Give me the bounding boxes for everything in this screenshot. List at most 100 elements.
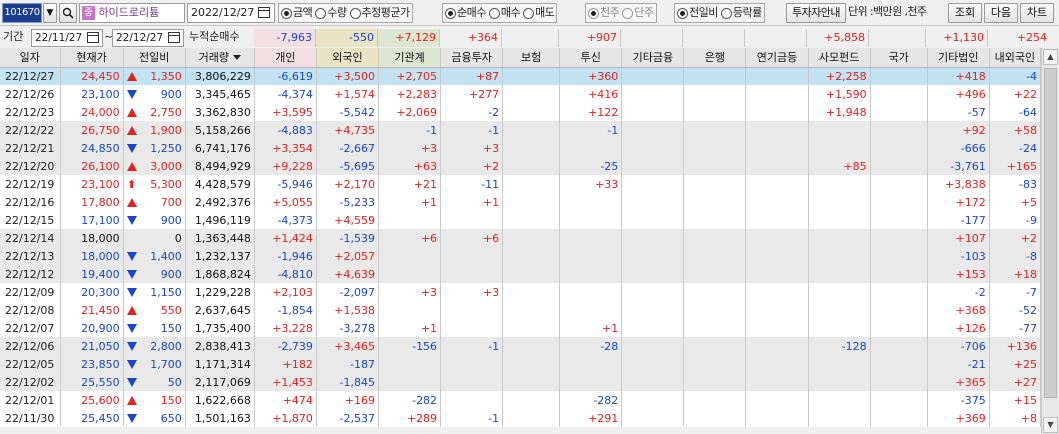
table-row[interactable]: 22/12/07 20,900 150 1,735,400 +3,228 -3,278 +1… [0,319,1042,337]
table-row[interactable]: 22/12/08 21,450 550 2,637,645 -1,854 +1,538 +3… [0,301,1042,319]
sum-domestic-foreign: +254 [1016,31,1047,44]
scroll-up-icon[interactable]: ▲ [1043,49,1058,65]
sum-institution: +7,129 [378,29,440,47]
table-row[interactable]: 22/12/21 24,850 1,250 6,741,176 +3,354 -2,667… [0,139,1042,157]
cell-corporate: +153 [927,265,990,283]
col-price[interactable]: 현재가 [60,48,124,68]
cell-bank [683,337,747,355]
table-row[interactable]: 22/12/26 23,100 900 3,345,465 -4,374 +1,574 +2… [0,85,1042,103]
radio-net-buy[interactable]: 순매수 [445,4,486,22]
table-row[interactable]: 22/12/15 17,100 900 1,496,119 -4,373 +4,559 -1… [0,211,1042,229]
col-trust[interactable]: 투신 [559,48,623,68]
period-to-input[interactable]: 22/12/27 [112,29,184,47]
col-change[interactable]: 전일비 [123,48,186,68]
col-foreign[interactable]: 외국인 [316,48,379,68]
radio-buy[interactable]: 매수 [488,4,521,22]
col-volume[interactable]: 거래량 [185,48,255,68]
company-name-field[interactable]: 중 하이드로리튬 [79,3,185,23]
table-row[interactable]: 22/12/01 25,600 150 1,622,668 +474 +169 -282 -2… [0,391,1042,409]
cell-change: 2,750 [123,103,186,121]
table-row[interactable]: 22/12/19 23,100 ⬆ 5,300 4,428,579 -5,946 +2,17… [0,175,1042,193]
cell-date: 22/12/15 [0,211,61,229]
col-insurance[interactable]: 보험 [502,48,561,68]
cell-private-fund: +2,258 [808,67,871,85]
table-row[interactable]: 22/11/30 25,450 650 1,501,163 +1,870 -2,537 +2… [0,409,1042,427]
table-row[interactable]: 22/12/09 20,300 1,150 1,229,228 +2,103 -2,097… [0,283,1042,301]
col-finance[interactable]: 금융투자 [440,48,504,68]
cell-change: 0 [123,229,186,247]
col-domestic-foreign[interactable]: 내외국인 [989,48,1042,68]
table-row[interactable]: 22/12/06 21,050 2,800 2,838,413 -2,739 +3,465… [0,337,1042,355]
col-individual[interactable]: 개인 [254,48,317,68]
table-row[interactable]: 22/12/14 18,000 0 1,363,448 +1,424 -1,539 +6 +6… [0,229,1042,247]
investor-guide-button[interactable]: 투자자안내 [786,3,846,23]
next-button[interactable]: 다음 [984,3,1018,23]
col-bank[interactable]: 은행 [683,48,747,68]
down-arrow-icon [126,251,137,261]
cell-trust: +122 [559,103,623,121]
col-other-finance[interactable]: 기타금융 [621,48,685,68]
table-row[interactable]: 22/12/20 26,100 3,000 8,494,929 +9,228 -5,695… [0,157,1042,175]
cell-insurance [502,121,561,139]
col-government[interactable]: 국가 [870,48,928,68]
table-row[interactable]: 22/12/16 17,800 700 2,492,376 +5,055 -5,233 +1… [0,193,1042,211]
date-input[interactable]: 2022/12/27 [187,3,275,23]
radio-amount[interactable]: 금액 [281,4,313,22]
col-institution[interactable]: 기관계 [378,48,442,68]
table-row[interactable]: 22/12/27 24,450 1,350 3,806,229 -6,619 +3,500… [0,67,1042,85]
chart-button[interactable]: 차트 [1020,3,1054,23]
radio-thousand-shares[interactable]: 천주 [588,4,620,22]
cell-corporate: +496 [927,85,990,103]
table-row[interactable]: 22/12/23 24,000 2,750 3,362,830 +3,595 -5,542… [0,103,1042,121]
cell-volume: 1,868,824 [185,265,255,283]
cell-pension [745,121,809,139]
radio-single-shares[interactable]: 단주 [622,4,654,22]
change-value: 1,700 [150,357,182,371]
cell-corporate: +3,838 [927,175,990,193]
table-row[interactable]: 22/12/22 26,750 1,900 5,158,266 -4,883 +4,735… [0,121,1042,139]
period-from-input[interactable]: 22/11/27 [31,29,103,47]
radio-quantity[interactable]: 수량 [315,4,347,22]
cell-institution [378,301,442,319]
cell-date: 22/12/16 [0,193,61,211]
col-corporate[interactable]: 기타법인 [927,48,990,68]
cell-individual: -4,883 [254,121,317,139]
stock-code-input[interactable]: 101670 [2,3,42,23]
cell-institution [378,373,442,391]
scroll-down-icon[interactable]: ▼ [1043,417,1058,433]
query-button[interactable]: 조회 [948,3,982,23]
radio-dot [315,7,327,19]
cell-finance: +3 [440,139,504,157]
search-icon[interactable] [59,3,77,23]
table-row[interactable]: 22/12/13 18,000 1,400 1,232,137 -1,946 +2,057… [0,247,1042,265]
change-value: 3,000 [150,159,182,173]
change-value: 50 [167,375,182,389]
dropdown-arrow-icon[interactable] [232,55,241,61]
radio-dot [445,7,456,19]
calendar-icon[interactable] [168,32,180,43]
cell-price: 24,000 [60,103,124,121]
radio-avg-price[interactable]: 추정평균가 [349,4,410,22]
radio-prev-day[interactable]: 전일비 [677,4,718,22]
code-dropdown-button[interactable]: ▼ [43,3,57,23]
table-row[interactable]: 22/12/02 25,550 50 2,117,069 +1,453 -1,845 +36… [0,373,1042,391]
radio-sell[interactable]: 매도 [523,4,555,22]
cell-foreign: -1,845 [316,373,379,391]
cell-corporate: +107 [927,229,990,247]
scroll-thumb[interactable] [1044,68,1057,398]
cell-change: 650 [123,409,186,427]
calendar-icon[interactable] [87,32,99,43]
col-pension[interactable]: 연기금등 [745,48,809,68]
table-row[interactable]: 22/12/12 19,400 900 1,868,824 -4,810 +4,639 +1… [0,265,1042,283]
vertical-scrollbar[interactable]: ▲ ▼ [1041,48,1059,434]
cell-foreign: -5,233 [316,193,379,211]
col-date[interactable]: 일자 [0,48,61,68]
down-arrow-icon [126,359,137,369]
table-body: 22/12/27 24,450 1,350 3,806,229 -6,619 +3,500… [0,67,1042,427]
radio-change-rate[interactable]: 등락률 [720,4,762,22]
col-private-fund[interactable]: 사모펀드 [808,48,871,68]
calendar-icon[interactable] [258,7,270,18]
cell-finance: -11 [440,175,504,193]
table-row[interactable]: 22/12/05 23,850 1,700 1,171,314 +182 -187 -21 +… [0,355,1042,373]
cell-other-finance [621,283,685,301]
